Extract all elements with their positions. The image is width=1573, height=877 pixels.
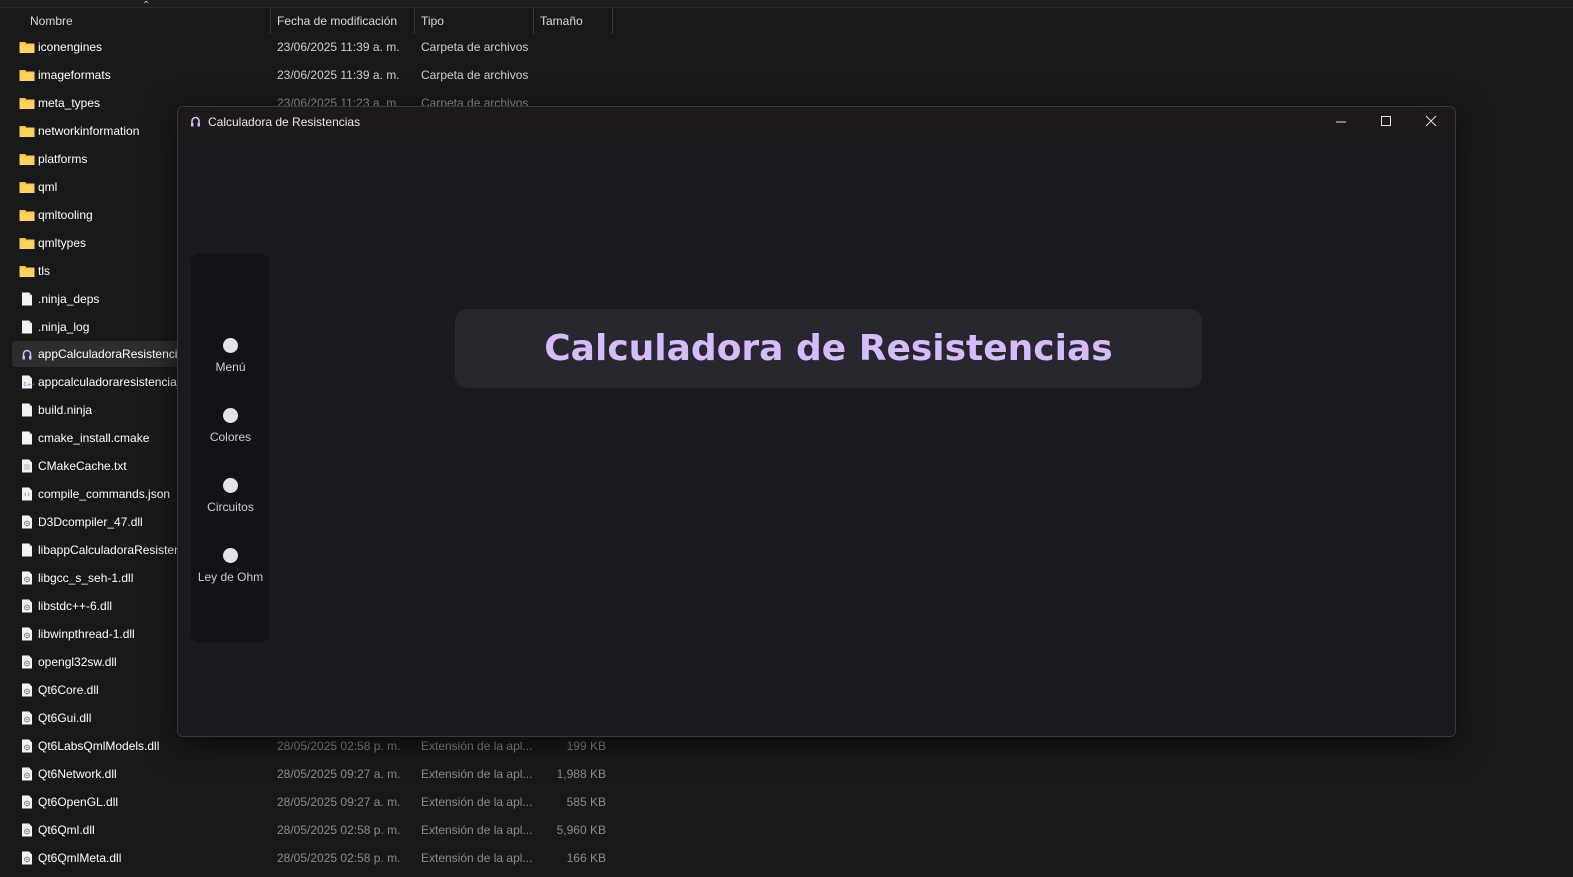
file-name: Qt6OpenGL.dll <box>38 794 119 809</box>
file-name: compile_commands.json <box>38 487 171 502</box>
nav-label: Ley de Ohm <box>197 570 264 584</box>
maximize-button[interactable] <box>1363 107 1408 137</box>
file-date: 23/06/2025 11:39 a. m. <box>277 67 400 82</box>
sort-ascending-icon: ⌃ <box>142 0 151 11</box>
maximize-icon <box>1381 116 1391 126</box>
calculator-app-window[interactable]: Calculadora de Resistencias Menú Colores… <box>177 106 1456 737</box>
page-title: Calculadora de Resistencias <box>544 328 1113 369</box>
file-name: Qt6LabsQmlModels.dll <box>38 738 160 753</box>
navigation-sidebar: Menú Colores Circuitos Ley de Ohm <box>191 254 270 642</box>
file-name: appcalculadoraresistencia_ <box>38 375 184 390</box>
file-row[interactable]: Qt6QmlMeta.dll 28/05/2025 02:58 p. m. Exte… <box>12 845 612 871</box>
app-icon <box>191 116 200 127</box>
file-date: 28/05/2025 02:58 p. m. <box>277 850 401 865</box>
file-name: CMakeCache.txt <box>38 459 127 474</box>
file-row[interactable]: imageformats 23/06/2025 11:39 a. m. Carpet… <box>12 62 612 88</box>
file-row[interactable]: Qt6OpenGL.dll 28/05/2025 09:27 a. m. Exten… <box>12 789 612 815</box>
file-name: opengl32sw.dll <box>38 654 117 669</box>
file-name: Qt6Qml.dll <box>38 822 95 837</box>
column-size-header[interactable]: Tamaño <box>540 8 583 34</box>
file-row[interactable]: Qt6Qml.dll 28/05/2025 02:58 p. m. Extensió… <box>12 817 612 843</box>
file-name: build.ninja <box>38 403 93 418</box>
file-type: Extensión de la apl... <box>421 850 533 865</box>
column-divider[interactable] <box>270 8 271 34</box>
file-name: meta_types <box>38 95 101 110</box>
nav-label: Menú <box>215 360 246 374</box>
file-name: libgcc_s_seh-1.dll <box>38 571 134 586</box>
close-button[interactable] <box>1408 107 1453 137</box>
file-name: Qt6Network.dll <box>38 766 117 781</box>
file-name: imageformats <box>38 67 111 82</box>
file-name: cmake_install.cmake <box>38 431 150 446</box>
file-name: networkinformation <box>38 123 140 138</box>
column-divider[interactable] <box>612 8 613 34</box>
column-divider[interactable] <box>414 8 415 34</box>
file-size: 5,960 KB <box>556 822 606 837</box>
file-name: appCalculadoraResistencia <box>38 347 185 362</box>
nav-dot-icon <box>223 338 238 353</box>
close-icon <box>1425 115 1437 127</box>
file-date: 28/05/2025 02:58 p. m. <box>277 822 401 837</box>
file-date: 28/05/2025 09:27 a. m. <box>277 794 401 809</box>
column-type-header[interactable]: Tipo <box>421 8 444 34</box>
nav-dot-icon <box>223 548 238 563</box>
file-row[interactable]: Qt6Network.dll 28/05/2025 09:27 a. m. Exte… <box>12 761 612 787</box>
file-name: iconengines <box>38 40 103 54</box>
nav-dot-icon <box>223 408 238 423</box>
file-date: 23/06/2025 11:39 a. m. <box>277 40 400 54</box>
file-name: D3Dcompiler_47.dll <box>38 515 143 530</box>
explorer-column-header: Nombre ⌃ Fecha de modificación Tipo Tama… <box>0 0 1573 34</box>
nav-item-menu[interactable]: Menú <box>191 338 270 386</box>
minimize-button[interactable] <box>1318 107 1363 137</box>
file-type: Extensión de la apl... <box>421 822 533 837</box>
app-titlebar[interactable]: Calculadora de Resistencias <box>178 107 1455 137</box>
file-size: 166 KB <box>566 850 606 865</box>
file-name: platforms <box>38 151 88 166</box>
nav-item-circuitos[interactable]: Circuitos <box>191 478 270 526</box>
file-name: Qt6QmlMeta.dll <box>38 850 122 865</box>
file-name: .ninja_deps <box>38 291 100 306</box>
column-divider[interactable] <box>533 8 534 34</box>
file-name: .ninja_log <box>38 319 90 334</box>
heading-card: Calculadora de Resistencias <box>455 309 1202 388</box>
file-name: Qt6Core.dll <box>38 682 99 697</box>
file-name: qmltooling <box>38 207 93 222</box>
column-modified-header[interactable]: Fecha de modificación <box>277 8 397 34</box>
file-type: Carpeta de archivos <box>421 67 529 82</box>
window-title: Calculadora de Resistencias <box>208 115 361 129</box>
file-row[interactable]: iconengines 23/06/2025 11:39 a. m. Carpeta… <box>12 34 612 60</box>
file-type: Carpeta de archivos <box>421 40 529 54</box>
file-name: Qt6Gui.dll <box>38 710 92 725</box>
file-size: 585 KB <box>566 794 606 809</box>
file-name: tls <box>38 263 50 278</box>
file-date: 28/05/2025 09:27 a. m. <box>277 766 401 781</box>
file-name: libwinpthread-1.dll <box>38 626 135 641</box>
file-name: libappCalculadoraResistenc <box>38 543 187 558</box>
nav-item-colores[interactable]: Colores <box>191 408 270 456</box>
file-type: Extensión de la apl... <box>421 766 533 781</box>
nav-dot-icon <box>223 478 238 493</box>
file-type: Extensión de la apl... <box>421 794 533 809</box>
file-name: qmltypes <box>38 235 87 250</box>
column-name-header[interactable]: Nombre <box>30 8 73 34</box>
svg-text:C++: C++ <box>24 382 36 388</box>
explorer-toolbar-edge <box>0 0 1573 8</box>
nav-label: Colores <box>209 430 252 444</box>
nav-label: Circuitos <box>207 500 254 514</box>
file-size: 1,988 KB <box>556 766 606 781</box>
file-name: libstdc++-6.dll <box>38 599 113 613</box>
file-name: qml <box>38 179 58 194</box>
nav-item-ley-de-ohm[interactable]: Ley de Ohm <box>191 548 270 596</box>
minimize-icon <box>1336 121 1346 123</box>
